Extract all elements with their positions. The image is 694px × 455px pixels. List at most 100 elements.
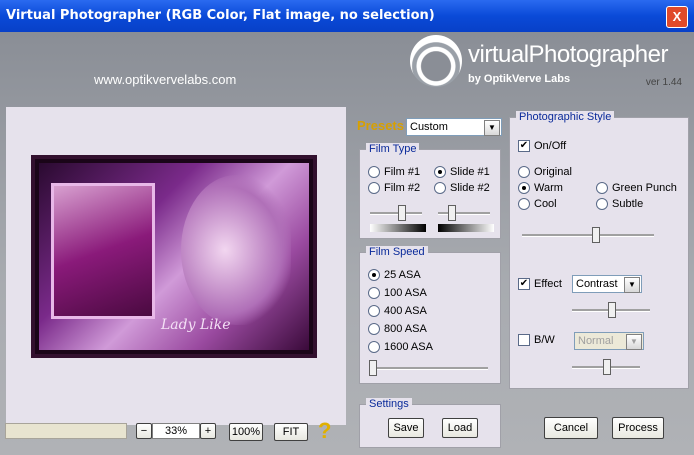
effect-value: Contrast [576, 278, 618, 290]
asa-25-dot [368, 269, 380, 281]
bw-dropdown[interactable]: Normal ▼ [574, 332, 644, 350]
style-slider[interactable] [522, 227, 654, 243]
preview-signature: Lady Like [161, 317, 231, 333]
film-type-legend: Film Type [366, 143, 420, 155]
onoff-label: On/Off [534, 140, 567, 152]
zoom-100-button[interactable]: 100% [229, 423, 263, 441]
onoff-checkbox[interactable]: ✔ On/Off [518, 140, 566, 152]
asa-1600-dot [368, 341, 380, 353]
zoom-out-button[interactable]: − [136, 423, 152, 439]
close-button[interactable]: X [666, 6, 688, 28]
bw-checkbox[interactable]: B/W [518, 334, 555, 346]
effect-checkbox[interactable]: ✔ Effect [518, 278, 562, 290]
asa-400-dot [368, 305, 380, 317]
preview-image: Lady Like [31, 155, 317, 358]
effect-slider[interactable] [572, 302, 650, 318]
brand-by: by OptikVerve Labs [468, 73, 571, 85]
asa-25-label: 25 ASA [384, 269, 421, 281]
title-bar: Virtual Photographer (RGB Color, Flat im… [0, 0, 694, 32]
bw-value: Normal [578, 335, 614, 347]
style-warm-radio[interactable]: Warm [518, 182, 563, 194]
slide1-radio-dot [434, 166, 446, 178]
version-label: ver 1.44 [645, 77, 682, 88]
style-greenpunch-radio[interactable]: Green Punch [596, 182, 677, 194]
style-warm-label: Warm [534, 182, 563, 194]
style-cool-dot [518, 198, 530, 210]
slide1-radio[interactable]: Slide #1 [434, 166, 490, 178]
asa-400-radio[interactable]: 400 ASA [368, 305, 427, 317]
slide2-label: Slide #2 [450, 182, 490, 194]
style-warm-dot [518, 182, 530, 194]
asa-100-dot [368, 287, 380, 299]
film-gradient-2 [438, 224, 494, 232]
logo-mark-icon [410, 35, 462, 87]
asa-1600-label: 1600 ASA [384, 341, 433, 353]
asa-25-radio[interactable]: 25 ASA [368, 269, 421, 281]
chevron-down-icon[interactable]: ▼ [624, 277, 640, 293]
slider-thumb[interactable] [603, 359, 611, 375]
photographic-style-panel: Photographic Style ✔ On/Off Original Warm… [509, 111, 689, 389]
film-gradient-1 [370, 224, 426, 232]
help-icon[interactable]: ? [318, 418, 331, 444]
brand-logo: virtualPhotographer by OptikVerve Labs v… [410, 35, 690, 91]
film-type-slider-1[interactable] [370, 205, 422, 221]
style-greenpunch-dot [596, 182, 608, 194]
effect-label: Effect [534, 278, 562, 290]
zoom-value: 33% [152, 423, 200, 439]
onoff-check-icon: ✔ [518, 140, 530, 152]
style-original-radio[interactable]: Original [518, 166, 572, 178]
website-link[interactable]: www.optikvervelabs.com [94, 72, 236, 87]
style-cool-radio[interactable]: Cool [518, 198, 557, 210]
style-original-dot [518, 166, 530, 178]
preview-area[interactable]: Lady Like [6, 107, 346, 425]
presets-dropdown[interactable]: Custom ▼ [406, 118, 502, 136]
zoom-in-button[interactable]: + [200, 423, 216, 439]
slider-thumb[interactable] [398, 205, 407, 221]
asa-800-radio[interactable]: 800 ASA [368, 323, 427, 335]
asa-800-label: 800 ASA [384, 323, 427, 335]
style-subtle-radio[interactable]: Subtle [596, 198, 643, 210]
cancel-button[interactable]: Cancel [544, 417, 598, 439]
asa-800-dot [368, 323, 380, 335]
window-title: Virtual Photographer (RGB Color, Flat im… [6, 8, 435, 23]
film-speed-slider[interactable] [369, 360, 488, 376]
bw-slider[interactable] [572, 359, 640, 375]
slider-thumb[interactable] [591, 227, 600, 243]
film-type-slider-2[interactable] [438, 205, 490, 221]
zoom-fit-button[interactable]: FIT [274, 423, 308, 441]
asa-100-label: 100 ASA [384, 287, 427, 299]
effect-dropdown[interactable]: Contrast ▼ [572, 275, 642, 293]
preview-image-frame [51, 183, 155, 319]
film1-radio[interactable]: Film #1 [368, 166, 420, 178]
settings-panel: Settings Save Load [359, 398, 501, 448]
presets-label: Presets [357, 118, 404, 133]
slide2-radio-dot [434, 182, 446, 194]
save-button[interactable]: Save [388, 418, 424, 438]
effect-check-icon: ✔ [518, 278, 530, 290]
film-type-panel: Film Type Film #1 Slide #1 Film #2 Slide… [359, 143, 501, 239]
style-original-label: Original [534, 166, 572, 178]
bw-label: B/W [534, 334, 555, 346]
slide1-label: Slide #1 [450, 166, 490, 178]
asa-100-radio[interactable]: 100 ASA [368, 287, 427, 299]
style-cool-label: Cool [534, 198, 557, 210]
slider-thumb[interactable] [608, 302, 616, 318]
settings-legend: Settings [366, 398, 412, 410]
film2-radio-dot [368, 182, 380, 194]
style-subtle-label: Subtle [612, 198, 644, 210]
film1-label: Film #1 [384, 166, 421, 178]
process-button[interactable]: Process [612, 417, 664, 439]
load-button[interactable]: Load [442, 418, 478, 438]
film2-radio[interactable]: Film #2 [368, 182, 420, 194]
slider-thumb[interactable] [448, 205, 456, 221]
bw-check-icon [518, 334, 530, 346]
slider-thumb[interactable] [369, 360, 378, 376]
style-greenpunch-label: Green Punch [612, 182, 677, 194]
film-speed-panel: Film Speed 25 ASA 100 ASA 400 ASA 800 AS… [359, 246, 501, 384]
asa-1600-radio[interactable]: 1600 ASA [368, 341, 433, 353]
slide2-radio[interactable]: Slide #2 [434, 182, 490, 194]
chevron-down-icon[interactable]: ▼ [484, 120, 500, 136]
main-area: www.optikvervelabs.com virtualPhotograph… [0, 32, 694, 455]
photographic-style-legend: Photographic Style [516, 111, 615, 123]
chevron-down-icon[interactable]: ▼ [626, 334, 642, 350]
